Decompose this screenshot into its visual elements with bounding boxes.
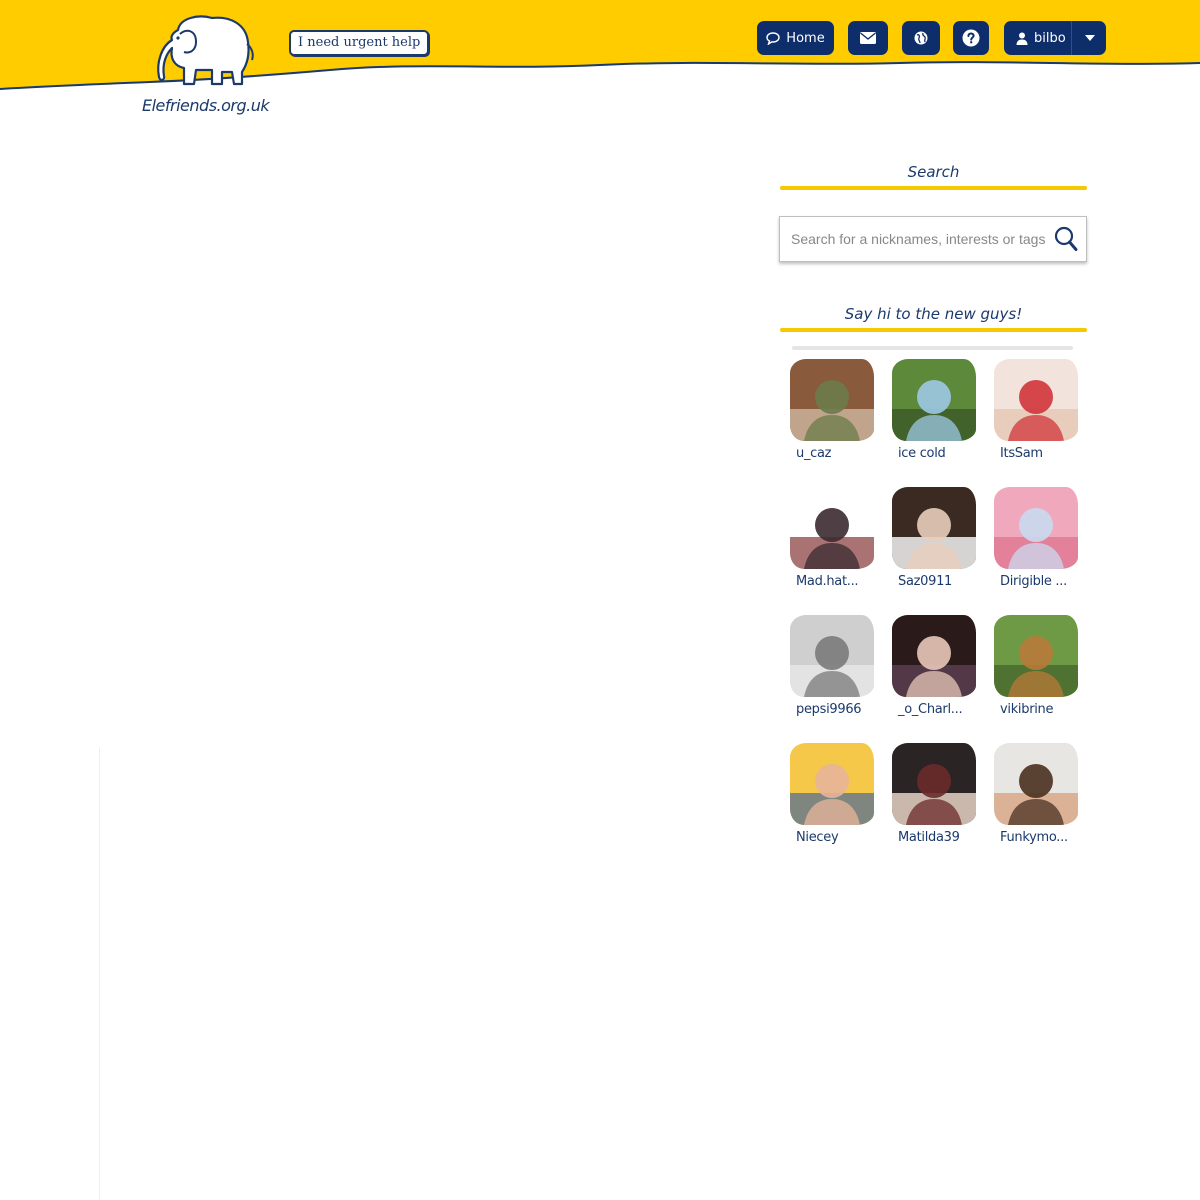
main-content-panel: [99, 747, 101, 1200]
new-user-name[interactable]: Saz0911: [898, 574, 952, 589]
avatar-photo: [790, 615, 874, 697]
avatar-photo: [892, 359, 976, 441]
user-avatar[interactable]: [790, 615, 874, 697]
username-label: bilbo: [1034, 30, 1066, 46]
user-menu-button[interactable]: bilbo: [1004, 21, 1106, 55]
search-section-title: Search: [907, 163, 960, 181]
site-header: Elefriends.org.uk I need urgent help Hom…: [0, 0, 1200, 115]
new-users-section-title: Say hi to the new guys!: [844, 305, 1023, 323]
new-user-name[interactable]: vikibrine: [1000, 702, 1054, 717]
new-user-name[interactable]: u_caz: [796, 446, 831, 461]
avatar-photo: [790, 487, 874, 569]
messages-button[interactable]: [848, 21, 888, 55]
user-avatar[interactable]: [994, 359, 1078, 441]
globe-icon: [914, 31, 928, 45]
home-button[interactable]: Home: [757, 21, 834, 55]
new-user-card[interactable]: vikibrine: [992, 615, 1080, 735]
new-users-divider: [792, 346, 1073, 350]
user-avatar[interactable]: [790, 743, 874, 825]
elephant-logo-icon[interactable]: [150, 10, 260, 90]
new-user-card[interactable]: _o_Charl...: [890, 615, 978, 735]
user-avatar[interactable]: [892, 743, 976, 825]
avatar-photo: [892, 615, 976, 697]
home-label: Home: [786, 30, 825, 46]
new-user-card[interactable]: ItsSam: [992, 359, 1080, 479]
site-name-logo-text[interactable]: Elefriends.org.uk: [142, 96, 270, 115]
new-user-card[interactable]: Matilda39: [890, 743, 978, 863]
user-avatar[interactable]: [994, 615, 1078, 697]
new-user-card[interactable]: pepsi9966: [788, 615, 876, 735]
new-user-name[interactable]: Matilda39: [898, 830, 960, 845]
avatar-photo: [994, 359, 1078, 441]
user-avatar[interactable]: [994, 743, 1078, 825]
avatar-photo: [994, 487, 1078, 569]
new-user-card[interactable]: Saz0911: [890, 487, 978, 607]
new-user-name[interactable]: Dirigible ...: [1000, 574, 1067, 589]
new-user-name[interactable]: Mad.hat...: [796, 574, 859, 589]
search-input[interactable]: [791, 229, 1046, 249]
avatar-photo: [994, 743, 1078, 825]
help-button[interactable]: [953, 21, 989, 55]
avatar-photo: [892, 487, 976, 569]
search-icon[interactable]: [1054, 226, 1078, 252]
new-user-card[interactable]: Niecey: [788, 743, 876, 863]
avatar-photo: [790, 743, 874, 825]
search-title-underline: [780, 186, 1087, 190]
user-avatar[interactable]: [892, 487, 976, 569]
user-avatar[interactable]: [790, 359, 874, 441]
new-user-card[interactable]: Mad.hat...: [788, 487, 876, 607]
new-user-name[interactable]: Funkymo...: [1000, 830, 1068, 845]
speech-bubble-icon: [766, 31, 780, 45]
new-user-card[interactable]: Funkymo...: [992, 743, 1080, 863]
question-circle-icon: [962, 29, 980, 47]
user-avatar[interactable]: [994, 487, 1078, 569]
new-user-card[interactable]: u_caz: [788, 359, 876, 479]
urgent-help-button[interactable]: I need urgent help: [289, 30, 430, 56]
new-user-name[interactable]: _o_Charl...: [898, 702, 963, 717]
avatar-photo: [892, 743, 976, 825]
envelope-icon: [860, 32, 876, 44]
avatar-photo: [790, 359, 874, 441]
community-button[interactable]: [902, 21, 940, 55]
new-user-name[interactable]: ice cold: [898, 446, 946, 461]
user-icon: [1016, 32, 1028, 45]
new-user-name[interactable]: pepsi9966: [796, 702, 862, 717]
new-user-name[interactable]: ItsSam: [1000, 446, 1043, 461]
new-user-card[interactable]: ice cold: [890, 359, 978, 479]
new-user-name[interactable]: Niecey: [796, 830, 839, 845]
search-box: [779, 216, 1087, 262]
new-users-title-underline: [780, 328, 1087, 332]
button-divider: [1071, 21, 1072, 55]
user-avatar[interactable]: [892, 359, 976, 441]
avatar-photo: [994, 615, 1078, 697]
new-user-card[interactable]: Dirigible ...: [992, 487, 1080, 607]
user-avatar[interactable]: [790, 487, 874, 569]
user-avatar[interactable]: [892, 615, 976, 697]
chevron-down-icon[interactable]: [1085, 35, 1095, 41]
